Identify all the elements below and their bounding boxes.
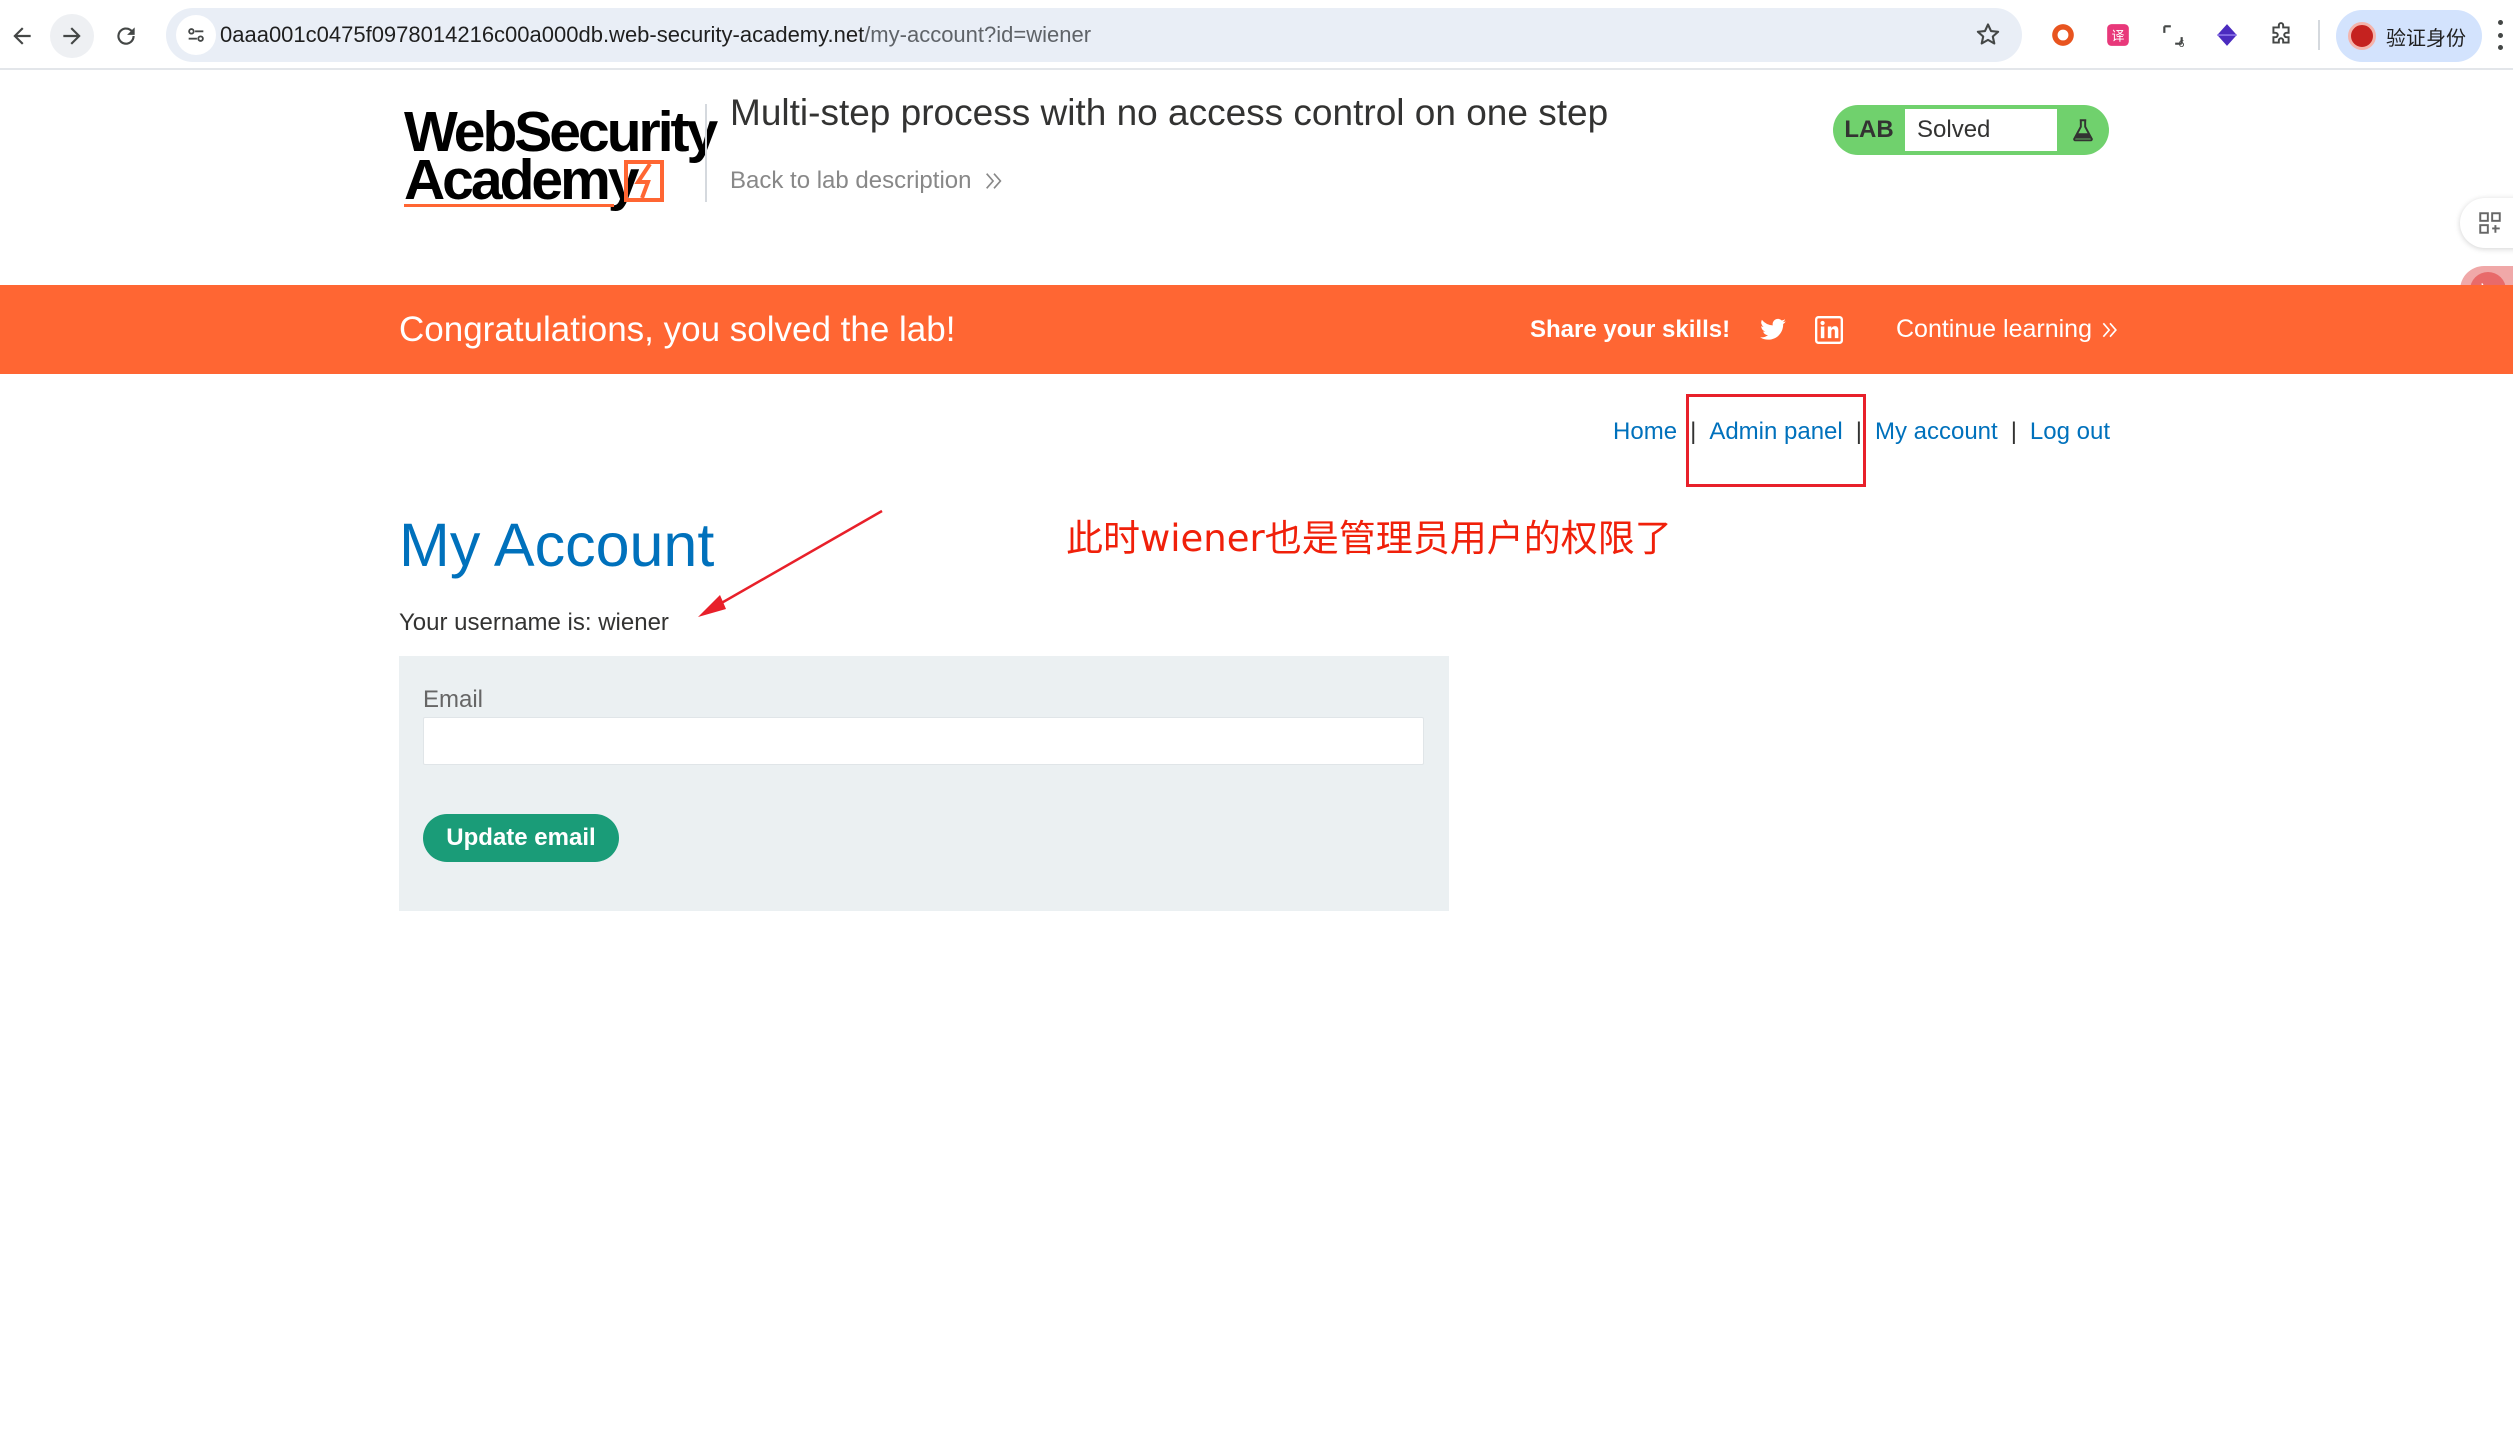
extension-badge: 6	[2178, 39, 2184, 48]
reload-icon	[117, 27, 135, 45]
continue-learning-label: Continue learning	[1896, 315, 2092, 343]
lab-title: Multi-step process with no access contro…	[730, 92, 1609, 133]
chevron-double-right-icon	[2102, 322, 2117, 337]
svg-text:译: 译	[2111, 29, 2124, 44]
qr-grid-icon	[2479, 212, 2501, 234]
nav-separator: |	[2010, 418, 2017, 445]
extension-translate-icon[interactable]: 译	[2103, 20, 2133, 50]
email-label: Email	[423, 686, 484, 713]
site-settings-icon[interactable]	[176, 15, 216, 55]
reload-button[interactable]	[104, 14, 148, 58]
browser-toolbar: 0aaa001c0475f0978014216c00a000db.web-sec…	[0, 0, 2513, 70]
flask-icon	[2057, 117, 2109, 143]
extensions-puzzle-icon[interactable]	[2266, 20, 2296, 50]
chevron-double-right-icon	[986, 173, 1002, 189]
profile-label: 验证身份	[2386, 25, 2466, 50]
header-divider	[705, 104, 707, 202]
annotation-arrow	[698, 509, 883, 617]
linkedin-icon[interactable]	[1815, 316, 1843, 344]
extension-counter-icon[interactable]: 6	[2158, 20, 2188, 50]
web-security-academy-logo[interactable]: WebSecurity Academy	[400, 100, 718, 212]
admin-panel-highlight-box	[1686, 394, 1866, 487]
annotation-text: 此时wiener也是管理员用户的权限了	[1066, 517, 1672, 560]
back-arrow-icon	[13, 27, 31, 45]
lab-badge-label: LAB	[1844, 116, 1894, 143]
extension-diamond-icon[interactable]	[2212, 20, 2242, 50]
update-email-button[interactable]: Update email	[423, 814, 619, 862]
browser-menu-icon[interactable]	[2496, 20, 2504, 50]
email-field[interactable]	[423, 717, 1424, 765]
my-account-link[interactable]: My account	[1875, 418, 1998, 446]
back-button[interactable]	[0, 14, 44, 58]
url-host: 0aaa001c0475f0978014216c00a000db.web-sec…	[220, 22, 865, 47]
url-text: 0aaa001c0475f0978014216c00a000db.web-sec…	[220, 8, 1091, 62]
share-skills-label: Share your skills!	[1530, 316, 1731, 343]
avatar	[2348, 22, 2376, 50]
bookmark-star-icon[interactable]	[1974, 21, 2002, 49]
continue-learning-link[interactable]: Continue learning	[1896, 285, 2120, 374]
logo-bolt-icon	[624, 160, 664, 202]
lab-status-badge: LAB Solved	[1833, 105, 2109, 155]
back-to-lab-description-link[interactable]: Back to lab description	[730, 167, 1005, 195]
home-link[interactable]: Home	[1613, 418, 1677, 446]
change-email-form: Email Update email	[399, 656, 1449, 911]
url-path: /my-account?id=wiener	[864, 22, 1092, 47]
twitter-icon[interactable]	[1758, 316, 1788, 344]
logo-underline	[404, 204, 614, 207]
log-out-link[interactable]: Log out	[2030, 418, 2110, 446]
page-title: My Account	[399, 511, 715, 579]
congrats-message: Congratulations, you solved the lab!	[399, 310, 956, 349]
forward-arrow-icon	[63, 27, 81, 45]
forward-button[interactable]	[50, 14, 94, 58]
lab-solved-banner: Congratulations, you solved the lab! Sha…	[0, 285, 2513, 374]
username-text: Your username is: wiener	[399, 609, 669, 636]
back-link-label: Back to lab description	[730, 167, 972, 194]
profile-button[interactable]: 验证身份	[2336, 10, 2482, 62]
toolbar-divider	[2318, 20, 2320, 50]
side-qr-widget[interactable]	[2460, 198, 2513, 248]
extension-record-icon[interactable]	[2048, 20, 2078, 50]
lab-status-text: Solved	[1905, 109, 2057, 151]
address-bar[interactable]: 0aaa001c0475f0978014216c00a000db.web-sec…	[166, 8, 2022, 62]
logo-line2: Academy	[404, 148, 639, 212]
